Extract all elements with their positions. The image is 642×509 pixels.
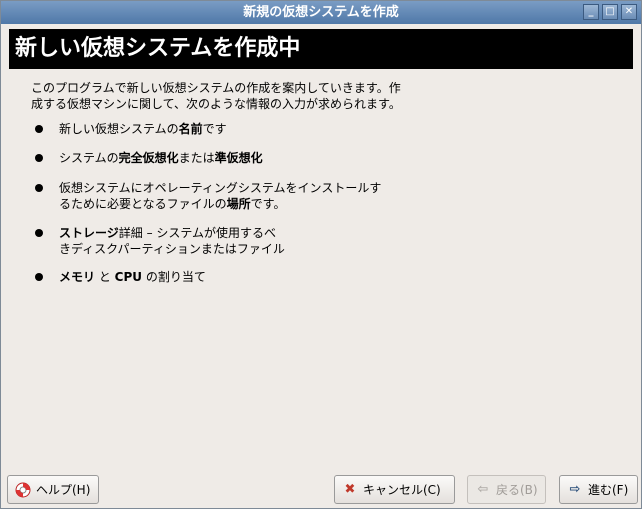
list-item-text: です	[202, 122, 227, 136]
list-item-text: と	[95, 270, 115, 284]
list-item-bold: 準仮想化	[214, 151, 263, 165]
list-item-bold: 完全仮想化	[118, 151, 179, 165]
cancel-button-label: キャンセル(C)	[363, 483, 441, 497]
list-item-text: です。	[250, 197, 286, 211]
list-item: ストレージ詳細 – システムが使用するべ きディスクパーティションまたはファイル	[31, 225, 451, 257]
list-item: 仮想システムにオペレーティングシステムをインストールす るために必要となるファイ…	[31, 180, 451, 212]
intro-line-1: このプログラムで新しい仮想システムの作成を案内していきます。作	[31, 81, 401, 95]
title-bar[interactable]: 新規の仮想システムを作成 _ □ ✕	[1, 1, 641, 24]
list-item: システムの完全仮想化または準仮想化	[31, 150, 263, 166]
forward-button-label: 進む(F)	[588, 483, 629, 497]
list-item-bold: ストレージ	[59, 226, 119, 240]
back-button[interactable]: ⇦ 戻る(B)	[467, 475, 546, 504]
maximize-icon[interactable]: □	[602, 4, 618, 20]
help-button-label: ヘルプ(H)	[36, 483, 91, 497]
lifebuoy-icon	[15, 482, 31, 498]
page-title: 新しい仮想システムを作成中	[9, 29, 633, 69]
list-item-text: の割り当て	[142, 270, 206, 284]
list-item: 新しい仮想システムの名前です	[31, 121, 227, 137]
list-item-bold: CPU	[114, 270, 143, 284]
list-item-bold: メモリ	[59, 270, 96, 284]
window-controls: _ □ ✕	[583, 4, 637, 20]
cancel-button[interactable]: ✖ キャンセル(C)	[334, 475, 455, 504]
list-item-text: 詳細 – システムが使用するべ	[118, 226, 277, 240]
forward-button[interactable]: ⇨ 進む(F)	[559, 475, 638, 504]
window-title: 新規の仮想システムを作成	[243, 5, 399, 20]
list-item-text: 新しい仮想システムの	[59, 122, 179, 136]
bullet-icon	[35, 229, 43, 237]
bullet-icon	[35, 273, 43, 281]
list-item-text: るために必要となるファイルの	[59, 197, 227, 211]
intro-line-2: 成する仮想マシンに関して、次のような情報の入力が求められます。	[31, 97, 401, 111]
close-window-icon[interactable]: ✕	[621, 4, 637, 20]
bullet-icon	[35, 184, 43, 192]
list-item-bold: 場所	[226, 197, 251, 211]
back-button-label: 戻る(B)	[496, 483, 538, 497]
list-item: メモリ と CPU の割り当て	[31, 269, 206, 285]
list-item-bold: 名前	[178, 122, 203, 136]
list-item-text: きディスクパーティションまたはファイル	[59, 242, 285, 256]
close-icon: ✖	[344, 482, 356, 497]
list-item-text: 仮想システムにオペレーティングシステムをインストールす	[59, 181, 382, 195]
intro-text: このプログラムで新しい仮想システムの作成を案内していきます。作 成する仮想マシン…	[31, 80, 451, 112]
bullet-icon	[35, 154, 43, 162]
minimize-icon[interactable]: _	[583, 4, 599, 20]
list-item-text: または	[178, 151, 215, 165]
help-button[interactable]: ヘルプ(H)	[7, 475, 99, 504]
list-item-text: システムの	[59, 151, 119, 165]
wizard-window: 新規の仮想システムを作成 _ □ ✕ 新しい仮想システムを作成中 このプログラム…	[0, 0, 642, 509]
arrow-right-icon: ⇨	[569, 482, 581, 497]
bullet-icon	[35, 125, 43, 133]
arrow-left-icon: ⇦	[477, 482, 489, 497]
